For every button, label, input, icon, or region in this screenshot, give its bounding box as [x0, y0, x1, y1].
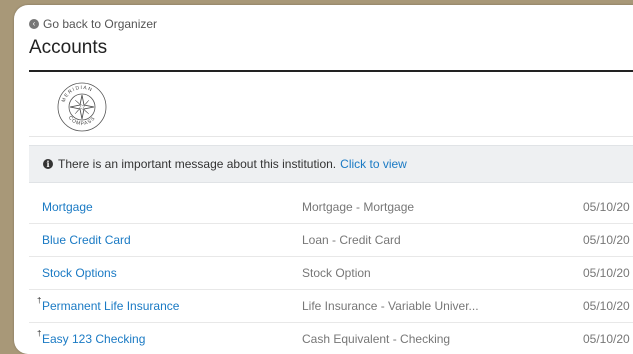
account-name-link[interactable]: Mortgage — [42, 191, 93, 223]
click-to-view-link[interactable]: Click to view — [340, 157, 407, 171]
back-to-organizer-link[interactable]: ‹ Go back to Organizer — [29, 17, 157, 31]
account-name: Stock Options — [42, 266, 117, 280]
account-name-link[interactable]: † Permanent Life Insurance — [37, 290, 180, 322]
account-type: Loan - Credit Card — [302, 233, 401, 247]
account-name: Permanent Life Insurance — [42, 299, 180, 313]
account-name-link[interactable]: Stock Options — [42, 257, 117, 289]
accounts-panel: ‹ Go back to Organizer Accounts MERIDIAN… — [14, 5, 633, 354]
account-name-link[interactable]: Blue Credit Card — [42, 224, 131, 256]
account-type: Stock Option — [302, 266, 371, 280]
meridian-compass-logo: MERIDIAN COMPASS — [56, 81, 108, 133]
account-name: Easy 123 Checking — [42, 332, 146, 346]
account-type: Life Insurance - Variable Univer... — [302, 299, 479, 313]
account-row: † Easy 123 Checking Cash Equivalent - Chec… — [29, 323, 633, 354]
account-type: Cash Equivalent - Checking — [302, 332, 451, 346]
back-link-label: Go back to Organizer — [43, 17, 158, 31]
account-date: 05/10/20 — [583, 233, 630, 247]
account-row: Blue Credit Card Loan - Credit Card 05/10/… — [29, 224, 633, 257]
account-type: Mortgage - Mortgage — [302, 200, 415, 214]
dagger-marker: † — [37, 296, 42, 305]
account-date: 05/10/20 — [583, 332, 630, 346]
accounts-list: Mortgage Mortgage - Mortgage 05/10/20 Blue … — [29, 191, 633, 354]
logo-divider — [29, 136, 633, 137]
dagger-marker: † — [37, 329, 42, 338]
info-icon: i — [43, 159, 53, 169]
account-name: Blue Credit Card — [42, 233, 131, 247]
title-divider — [29, 70, 633, 72]
account-date: 05/10/20 — [583, 200, 630, 214]
institution-message-banner: i There is an important message about th… — [29, 145, 633, 183]
account-date: 05/10/20 — [583, 299, 630, 313]
account-name: Mortgage — [42, 200, 93, 214]
alert-message: There is an important message about this… — [58, 157, 337, 171]
chevron-left-circle-icon: ‹ — [29, 19, 39, 29]
page-title: Accounts — [29, 37, 108, 58]
account-row: Stock Options Stock Option 05/10/20 — [29, 257, 633, 290]
account-name-link[interactable]: † Easy 123 Checking — [37, 323, 146, 354]
account-row: Mortgage Mortgage - Mortgage 05/10/20 — [29, 191, 633, 224]
account-date: 05/10/20 — [583, 266, 630, 280]
account-row: † Permanent Life Insurance Life Insurance … — [29, 290, 633, 323]
